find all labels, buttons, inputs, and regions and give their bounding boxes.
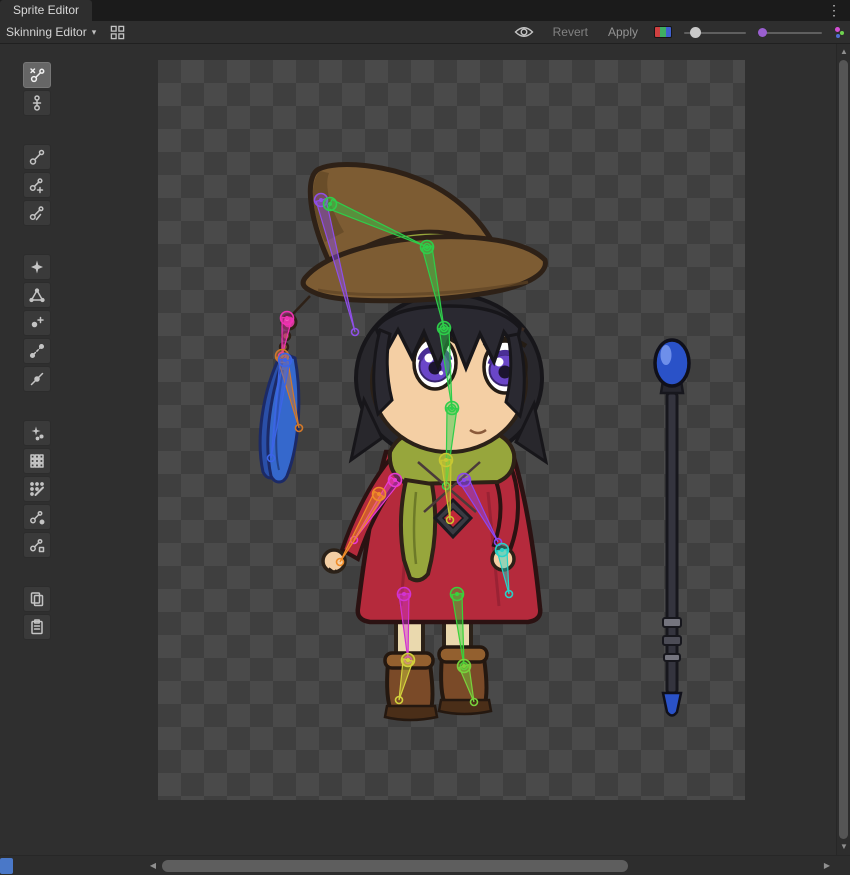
scroll-right-arrow[interactable]: ▶ [820,856,834,875]
color-sparkle-icon [834,25,846,39]
horizontal-scrollbar[interactable]: ◀ ▶ [0,855,850,875]
sprite-canvas[interactable] [158,60,745,800]
chevron-down-icon: ▾ [92,27,97,38]
sprite-influence-tool-button[interactable] [23,532,51,558]
weight-brush-tool-button[interactable] [23,476,51,502]
reset-pose-tool-button[interactable] [23,90,51,116]
copy-tool-button[interactable] [23,586,51,612]
preview-pose-tool-button[interactable] [23,62,51,88]
vertical-scroll-thumb[interactable] [839,60,848,839]
split-bone-tool-button[interactable] [23,200,51,226]
create-edge-tool-button[interactable] [23,338,51,364]
scroll-left-arrow[interactable]: ◀ [146,856,160,875]
edit-joints-tool-button[interactable] [23,144,51,170]
auto-weights-tool-button[interactable] [23,420,51,446]
scroll-down-arrow[interactable]: ▼ [837,840,850,854]
editor-mode-dropdown[interactable]: Skinning Editor ▾ [0,21,104,43]
edit-geometry-tool-button[interactable] [23,282,51,308]
tab-sprite-editor[interactable]: Sprite Editor [0,0,92,21]
bone-opacity-slider[interactable] [758,25,822,40]
create-bone-tool-button[interactable] [23,172,51,198]
slider-knob[interactable] [690,27,701,38]
rgb-channels-icon[interactable] [654,26,672,38]
corner-accent[interactable] [0,858,13,874]
skinning-editor-main: ▲ ▼ [0,44,850,855]
sprite-sheet-icon[interactable] [104,22,130,42]
window-tab-bar: Sprite Editor ⋮ [0,0,850,21]
revert-button[interactable]: Revert [549,25,592,39]
auto-geometry-tool-button[interactable] [23,254,51,280]
visibility-eye-icon[interactable] [511,22,537,42]
magic-staff-sprite[interactable] [655,340,689,716]
create-vertex-tool-button[interactable] [23,310,51,336]
vertical-scrollbar[interactable]: ▲ ▼ [836,44,850,855]
split-edge-tool-button[interactable] [23,366,51,392]
sprite-scene [158,60,745,800]
horizontal-scroll-thumb[interactable] [162,860,628,872]
editor-mode-label: Skinning Editor [6,25,87,39]
apply-button[interactable]: Apply [604,25,642,39]
slider-track [758,32,822,34]
witch-character-sprite[interactable] [260,164,546,720]
brightness-slider[interactable] [684,25,746,40]
window-menu-icon[interactable]: ⋮ [823,0,845,20]
slider-knob[interactable] [758,28,767,37]
skinning-tools-column [23,62,52,642]
weight-slider-tool-button[interactable] [23,448,51,474]
paste-tool-button[interactable] [23,614,51,640]
bone-influence-tool-button[interactable] [23,504,51,530]
sprite-editor-toolbar: Skinning Editor ▾ Revert Apply [0,21,850,44]
scroll-up-arrow[interactable]: ▲ [837,45,850,59]
